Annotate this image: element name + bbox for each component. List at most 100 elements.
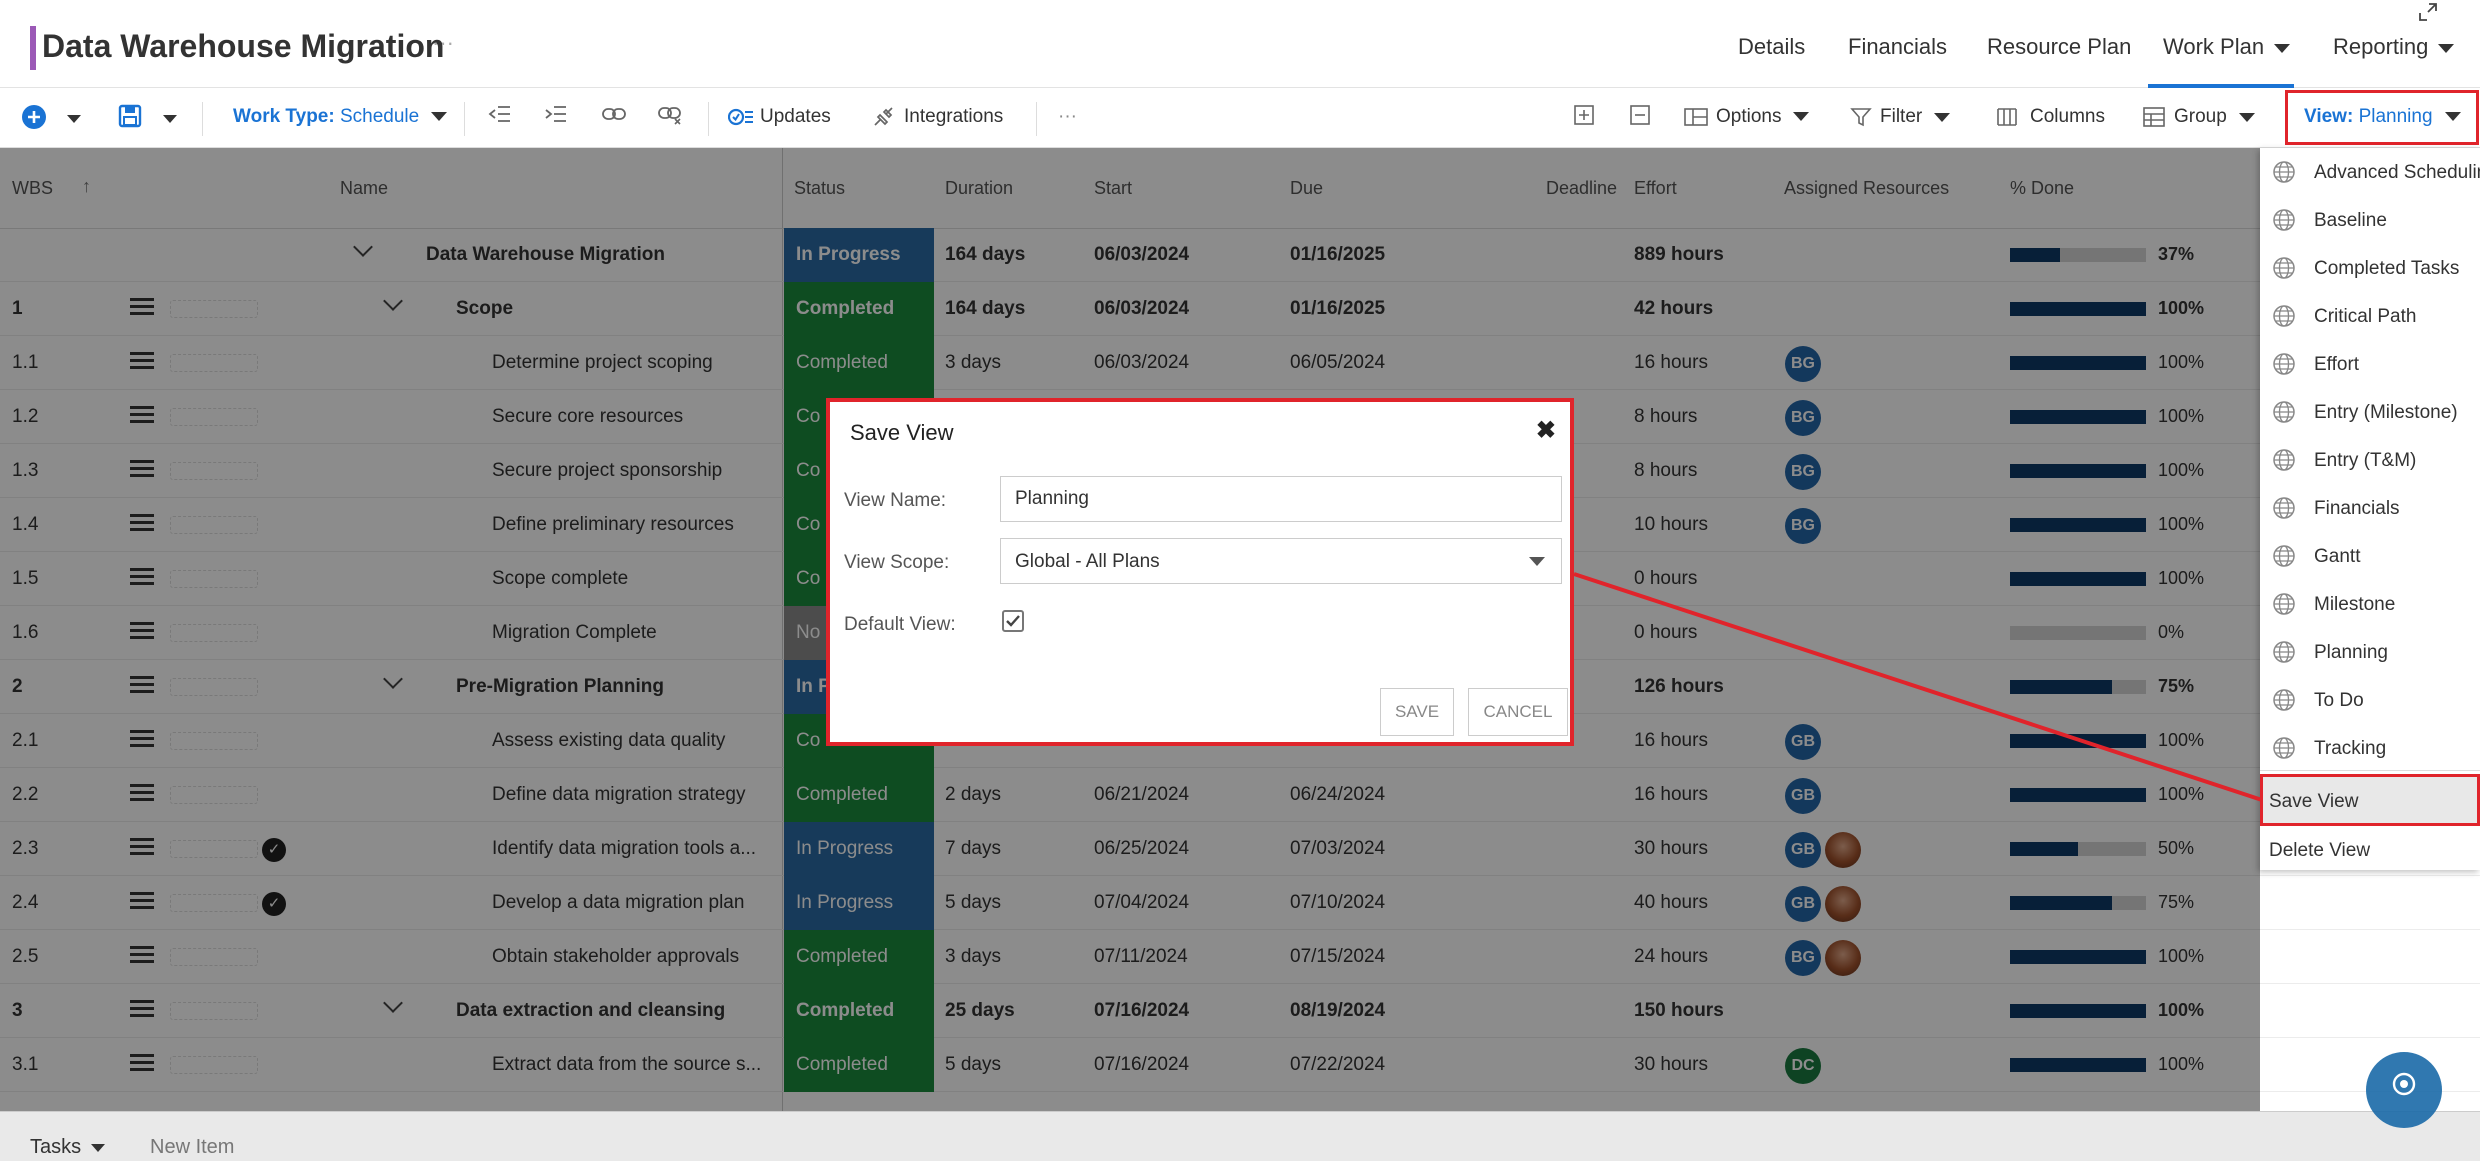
checkmark-icon: [1006, 615, 1020, 627]
nav-details[interactable]: Details: [1738, 34, 1805, 60]
nav-resource-plan[interactable]: Resource Plan: [1987, 34, 2131, 60]
toolbar: Work Type: Schedule Updates Integrations…: [0, 88, 2480, 148]
globe-icon: [2273, 593, 2295, 615]
chevron-down-icon: [1793, 112, 1810, 122]
menu-item-view[interactable]: Gantt: [2260, 534, 2480, 582]
link-icon[interactable]: [600, 104, 628, 132]
menu-item-label: Effort: [2314, 354, 2360, 375]
menu-item-save-view[interactable]: Save View: [2260, 774, 2480, 826]
menu-item-view[interactable]: Advanced Scheduling: [2260, 150, 2480, 198]
work-type-value: Schedule: [339, 106, 420, 127]
columns-label: Columns: [2030, 106, 2105, 127]
menu-divider: [2260, 770, 2480, 771]
chevron-down-icon: [2438, 43, 2455, 53]
globe-icon: [2273, 209, 2295, 231]
globe-icon: [2273, 641, 2295, 663]
save-icon[interactable]: [116, 104, 144, 132]
collapse-all-icon[interactable]: [1626, 104, 1654, 132]
menu-item-label: Financials: [2314, 498, 2400, 519]
menu-item-view[interactable]: Financials: [2260, 486, 2480, 534]
updates-button[interactable]: Updates: [727, 106, 831, 128]
menu-item-view[interactable]: To Do: [2260, 678, 2480, 726]
menu-item-delete-view[interactable]: Delete View: [2260, 830, 2480, 870]
globe-icon: [2273, 449, 2295, 471]
view-button-highlight: [2285, 90, 2479, 145]
view-name-label: View Name:: [844, 490, 947, 511]
updates-label: Updates: [760, 106, 831, 127]
indent-icon[interactable]: [542, 104, 570, 132]
group-icon: [2143, 107, 2165, 127]
chevron-down-icon: [431, 112, 448, 122]
more-options-icon[interactable]: ···: [1058, 106, 1077, 128]
filter-icon: [1850, 108, 1872, 127]
menu-item-view[interactable]: Effort: [2260, 342, 2480, 390]
title-more-icon[interactable]: ···: [432, 30, 454, 56]
menu-item-label: To Do: [2314, 690, 2364, 711]
page-header: Data Warehouse Migration ··· Details Fin…: [0, 0, 2480, 88]
expand-all-icon[interactable]: [1570, 104, 1598, 132]
menu-item-label: Completed Tasks: [2314, 258, 2460, 279]
outdent-icon[interactable]: [486, 104, 514, 132]
menu-item-label: Milestone: [2314, 594, 2396, 615]
filter-dropdown[interactable]: Filter: [1850, 106, 1951, 128]
nav-financials[interactable]: Financials: [1848, 34, 1947, 60]
view-dropdown-menu: Advanced Scheduling Baseline Completed Tas…: [2260, 148, 2480, 870]
cancel-button[interactable]: CANCEL: [1468, 688, 1568, 736]
help-assistant-icon[interactable]: [2366, 1052, 2442, 1128]
close-icon[interactable]: ✖: [1536, 416, 1556, 445]
integrations-button[interactable]: Integrations: [872, 106, 1003, 128]
save-button[interactable]: SAVE: [1380, 688, 1454, 736]
globe-icon: [2273, 737, 2295, 759]
toolbar-divider: [1036, 102, 1037, 136]
unlink-icon[interactable]: [656, 104, 684, 132]
expand-icon[interactable]: [2418, 2, 2440, 22]
integrations-label: Integrations: [904, 106, 1004, 128]
menu-item-save-view-label: Save View: [2269, 791, 2359, 812]
options-dropdown[interactable]: Options: [1684, 106, 1810, 128]
work-type-label: Work Type:: [233, 106, 335, 127]
options-icon: [1684, 108, 1708, 126]
menu-item-delete-view-label: Delete View: [2269, 840, 2371, 861]
chevron-down-icon: [2274, 43, 2291, 53]
menu-item-view[interactable]: Entry (Milestone): [2260, 390, 2480, 438]
globe-icon: [2273, 401, 2295, 423]
menu-item-label: Entry (T&M): [2314, 450, 2417, 471]
nav-work-plan[interactable]: Work Plan: [2163, 34, 2291, 60]
menu-item-view[interactable]: Planning: [2260, 630, 2480, 678]
group-dropdown[interactable]: Group: [2142, 106, 2255, 128]
work-type-dropdown[interactable]: Work Type: Schedule: [233, 106, 448, 128]
view-scope-label: View Scope:: [844, 552, 950, 573]
view-scope-select[interactable]: Global - All Plans: [1000, 538, 1562, 584]
add-icon[interactable]: [20, 104, 48, 132]
globe-icon: [2273, 257, 2295, 279]
bottom-bar: Tasks New Item: [0, 1111, 2480, 1161]
menu-item-label: Advanced Scheduling: [2314, 162, 2480, 183]
columns-button[interactable]: Columns: [1996, 106, 2105, 128]
save-dropdown-chevron-icon[interactable]: [156, 104, 184, 132]
menu-item-view[interactable]: Baseline: [2260, 198, 2480, 246]
menu-item-label: Planning: [2314, 642, 2388, 663]
tasks-tab[interactable]: Tasks: [30, 1136, 106, 1159]
filter-label: Filter: [1880, 106, 1923, 128]
menu-item-view[interactable]: Milestone: [2260, 582, 2480, 630]
chevron-down-icon: [1529, 557, 1545, 566]
nav-reporting[interactable]: Reporting: [2333, 34, 2455, 60]
chevron-down-icon: [2238, 112, 2255, 122]
dialog-title: Save View: [850, 420, 954, 445]
nav-reporting-label: Reporting: [2333, 34, 2429, 59]
add-dropdown-chevron-icon[interactable]: [60, 104, 88, 132]
menu-item-view[interactable]: Tracking: [2260, 726, 2480, 774]
nav-work-plan-label: Work Plan: [2163, 34, 2265, 59]
menu-item-view[interactable]: Entry (T&M): [2260, 438, 2480, 486]
new-item-button[interactable]: New Item: [150, 1136, 234, 1159]
updates-icon: [727, 108, 753, 126]
default-view-checkbox[interactable]: [1002, 610, 1024, 632]
menu-item-label: Baseline: [2314, 210, 2387, 231]
globe-icon: [2273, 545, 2295, 567]
menu-item-view[interactable]: Critical Path: [2260, 294, 2480, 342]
view-name-input[interactable]: [1000, 476, 1562, 522]
menu-item-view[interactable]: Completed Tasks: [2260, 246, 2480, 294]
group-label: Group: [2174, 106, 2227, 128]
globe-icon: [2273, 689, 2295, 711]
page-title: Data Warehouse Migration: [42, 28, 445, 64]
